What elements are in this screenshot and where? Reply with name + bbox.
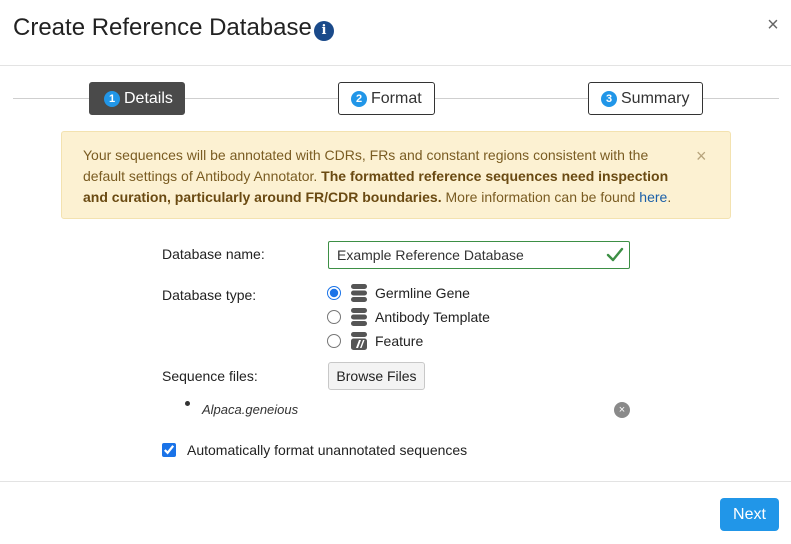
antibody-template-radio[interactable] (327, 310, 341, 324)
germline-gene-label: Germline Gene (375, 285, 470, 301)
step-number-badge: 1 (104, 90, 120, 107)
alert-text-more: More information can be found (441, 189, 640, 205)
auto-format-option[interactable]: Automatically format unannotated sequenc… (162, 440, 467, 460)
radio-option-germline-gene[interactable]: Germline Gene (327, 282, 470, 304)
step-details[interactable]: 1 Details (89, 82, 185, 115)
step-label: Format (371, 89, 422, 107)
alert-close-icon[interactable]: × (696, 146, 707, 166)
warning-alert: Your sequences will be annotated with CD… (61, 131, 731, 219)
germline-gene-radio[interactable] (327, 286, 341, 300)
database-icon (351, 284, 367, 302)
step-summary[interactable]: 3 Summary (588, 82, 703, 115)
database-name-label: Database name: (162, 246, 265, 262)
footer-divider (0, 481, 791, 482)
next-button[interactable]: Next (720, 498, 779, 531)
feature-database-icon (351, 332, 367, 350)
alert-message: Your sequences will be annotated with CD… (83, 145, 673, 208)
auto-format-checkbox[interactable] (162, 443, 176, 457)
step-format[interactable]: 2 Format (338, 82, 435, 115)
more-info-link[interactable]: here (639, 189, 667, 205)
file-name: Alpaca.geneious (202, 402, 299, 417)
browse-files-button[interactable]: Browse Files (328, 362, 425, 390)
antibody-template-label: Antibody Template (375, 309, 490, 325)
radio-option-feature[interactable]: Feature (327, 330, 423, 352)
remove-file-icon[interactable]: × (614, 402, 630, 418)
alert-text-end: . (667, 189, 672, 205)
feature-label: Feature (375, 333, 424, 349)
file-bullet (185, 401, 190, 406)
step-number-badge: 2 (351, 90, 367, 107)
info-icon[interactable]: i (314, 21, 334, 41)
valid-check-icon (606, 247, 624, 262)
step-label: Details (124, 89, 173, 107)
dialog-title: Create Reference Database (13, 14, 312, 41)
step-number-badge: 3 (601, 90, 617, 107)
dialog-header: Create Reference Database i × (0, 0, 791, 66)
radio-option-antibody-template[interactable]: Antibody Template (327, 306, 490, 328)
auto-format-label: Automatically format unannotated sequenc… (187, 442, 468, 458)
feature-radio[interactable] (327, 334, 341, 348)
step-label: Summary (621, 89, 690, 107)
database-name-input[interactable] (328, 241, 630, 269)
database-type-label: Database type: (162, 287, 257, 303)
sequence-files-label: Sequence files: (162, 368, 258, 384)
close-icon[interactable]: × (765, 14, 781, 36)
database-icon (351, 308, 367, 326)
